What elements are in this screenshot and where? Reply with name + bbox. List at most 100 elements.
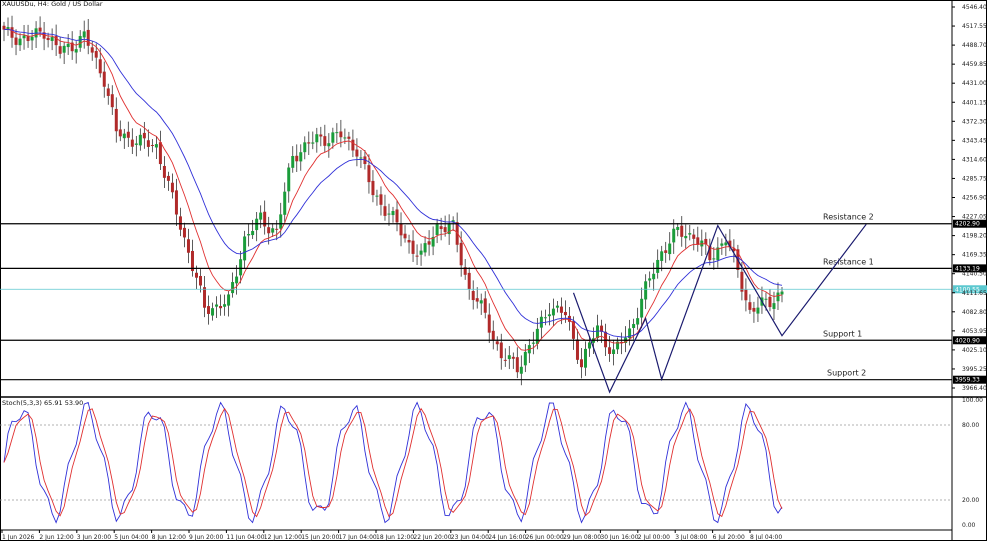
- time-tick-label: 26 Jun 00:00: [526, 534, 564, 541]
- candle-body: [287, 167, 291, 192]
- candle-body: [275, 228, 279, 230]
- candle-body: [575, 339, 579, 360]
- candle-body: [158, 142, 162, 165]
- candle-body: [439, 226, 443, 230]
- candle-body: [487, 314, 491, 333]
- candle-body: [744, 289, 748, 301]
- candle-body: [295, 155, 299, 162]
- candle-body: [467, 272, 471, 290]
- candle-body: [323, 136, 327, 146]
- stoch-tick-label: 80.00: [962, 422, 979, 429]
- time-tick-label: 9 Jun 20:00: [189, 534, 223, 541]
- candle-body: [551, 308, 555, 316]
- price-tick-label: 4198.20: [962, 233, 987, 240]
- candle-body: [319, 134, 323, 137]
- candle-body: [311, 142, 315, 144]
- candle-body: [535, 328, 539, 344]
- time-tick-label: 23 Jun 04:00: [451, 534, 489, 541]
- candle-body: [519, 366, 523, 374]
- price-tick-label: 3966.40: [962, 385, 987, 392]
- candle-body: [90, 47, 94, 53]
- candle-body: [479, 300, 483, 304]
- price-tick-label: 4546.40: [962, 4, 987, 11]
- candle-body: [652, 273, 656, 280]
- candle-body: [692, 234, 696, 239]
- candle-body: [371, 180, 375, 196]
- time-tick-label: 18 Jun 12:00: [376, 534, 414, 541]
- candle-body: [664, 250, 668, 253]
- price-tick-label: 3995.25: [962, 366, 987, 373]
- time-tick-label: 3 Jul 08:00: [675, 534, 707, 541]
- candle-body: [660, 251, 664, 261]
- candle-body: [343, 137, 347, 139]
- candle-body: [291, 155, 295, 168]
- candle-body: [531, 342, 535, 344]
- candle-body: [46, 37, 50, 41]
- candle-body: [110, 94, 114, 108]
- level-tag-text: 4020.90: [955, 337, 980, 344]
- candle-body: [559, 306, 563, 313]
- candle-body: [207, 306, 211, 314]
- candle-body: [415, 255, 419, 257]
- candle-body: [499, 342, 503, 359]
- candle-body: [608, 347, 612, 354]
- candle-body: [186, 239, 190, 253]
- candle-body: [379, 194, 383, 205]
- candle-body: [62, 45, 66, 53]
- candle-body: [407, 240, 411, 243]
- candle-body: [18, 38, 22, 46]
- time-tick-label: 1 Jun 2026: [2, 534, 34, 541]
- candle-body: [211, 308, 215, 316]
- candle-body: [676, 227, 680, 230]
- candle-body: [130, 139, 134, 147]
- candle-body: [648, 278, 652, 281]
- candle-body: [30, 36, 34, 41]
- candle-body: [351, 139, 355, 151]
- candle-body: [688, 233, 692, 235]
- candle-body: [138, 134, 142, 146]
- candle-body: [26, 35, 30, 42]
- candle-body: [511, 356, 515, 359]
- candle-body: [772, 303, 776, 309]
- stoch-tick-label: 100.00: [962, 397, 983, 404]
- candle-body: [583, 348, 587, 368]
- price-tick-label: 4343.45: [962, 137, 987, 144]
- price-tick-label: 4053.95: [962, 328, 987, 335]
- candle-body: [391, 211, 395, 216]
- candle-body: [684, 235, 688, 239]
- candle-body: [279, 214, 283, 229]
- price-tick-label: 4111.65: [962, 290, 987, 297]
- candle-body: [596, 325, 600, 339]
- candle-body: [166, 175, 170, 181]
- candle-body: [764, 298, 768, 300]
- level-label: Resistance 2: [823, 213, 874, 222]
- time-tick-label: 29 Jun 08:00: [563, 534, 601, 541]
- candle-body: [752, 307, 756, 312]
- candle-body: [435, 224, 439, 236]
- candle-body: [375, 195, 379, 197]
- level-tag-text: 3959.33: [955, 377, 980, 384]
- candle-body: [106, 88, 110, 96]
- candle-body: [339, 131, 343, 138]
- price-tick-label: 4431.00: [962, 80, 987, 87]
- candle-body: [239, 259, 243, 276]
- candle-body: [644, 281, 648, 300]
- candle-body: [656, 259, 660, 273]
- price-tick-label: 4082.80: [962, 309, 987, 316]
- candle-body: [523, 351, 527, 366]
- candle-body: [74, 49, 78, 53]
- candle-body: [271, 228, 275, 233]
- candle-body: [58, 46, 62, 54]
- candle-body: [359, 157, 363, 159]
- candle-body: [194, 272, 198, 278]
- candle-body: [612, 349, 616, 355]
- candle-body: [142, 132, 146, 139]
- time-tick-label: 8 Jun 12:00: [152, 534, 186, 541]
- candle-body: [98, 59, 102, 74]
- candle-body: [150, 144, 154, 146]
- candle-body: [740, 271, 744, 292]
- candle-body: [78, 36, 82, 48]
- candle-body: [632, 323, 636, 328]
- price-tick-label: 4256.90: [962, 195, 987, 202]
- candle-body: [251, 231, 255, 236]
